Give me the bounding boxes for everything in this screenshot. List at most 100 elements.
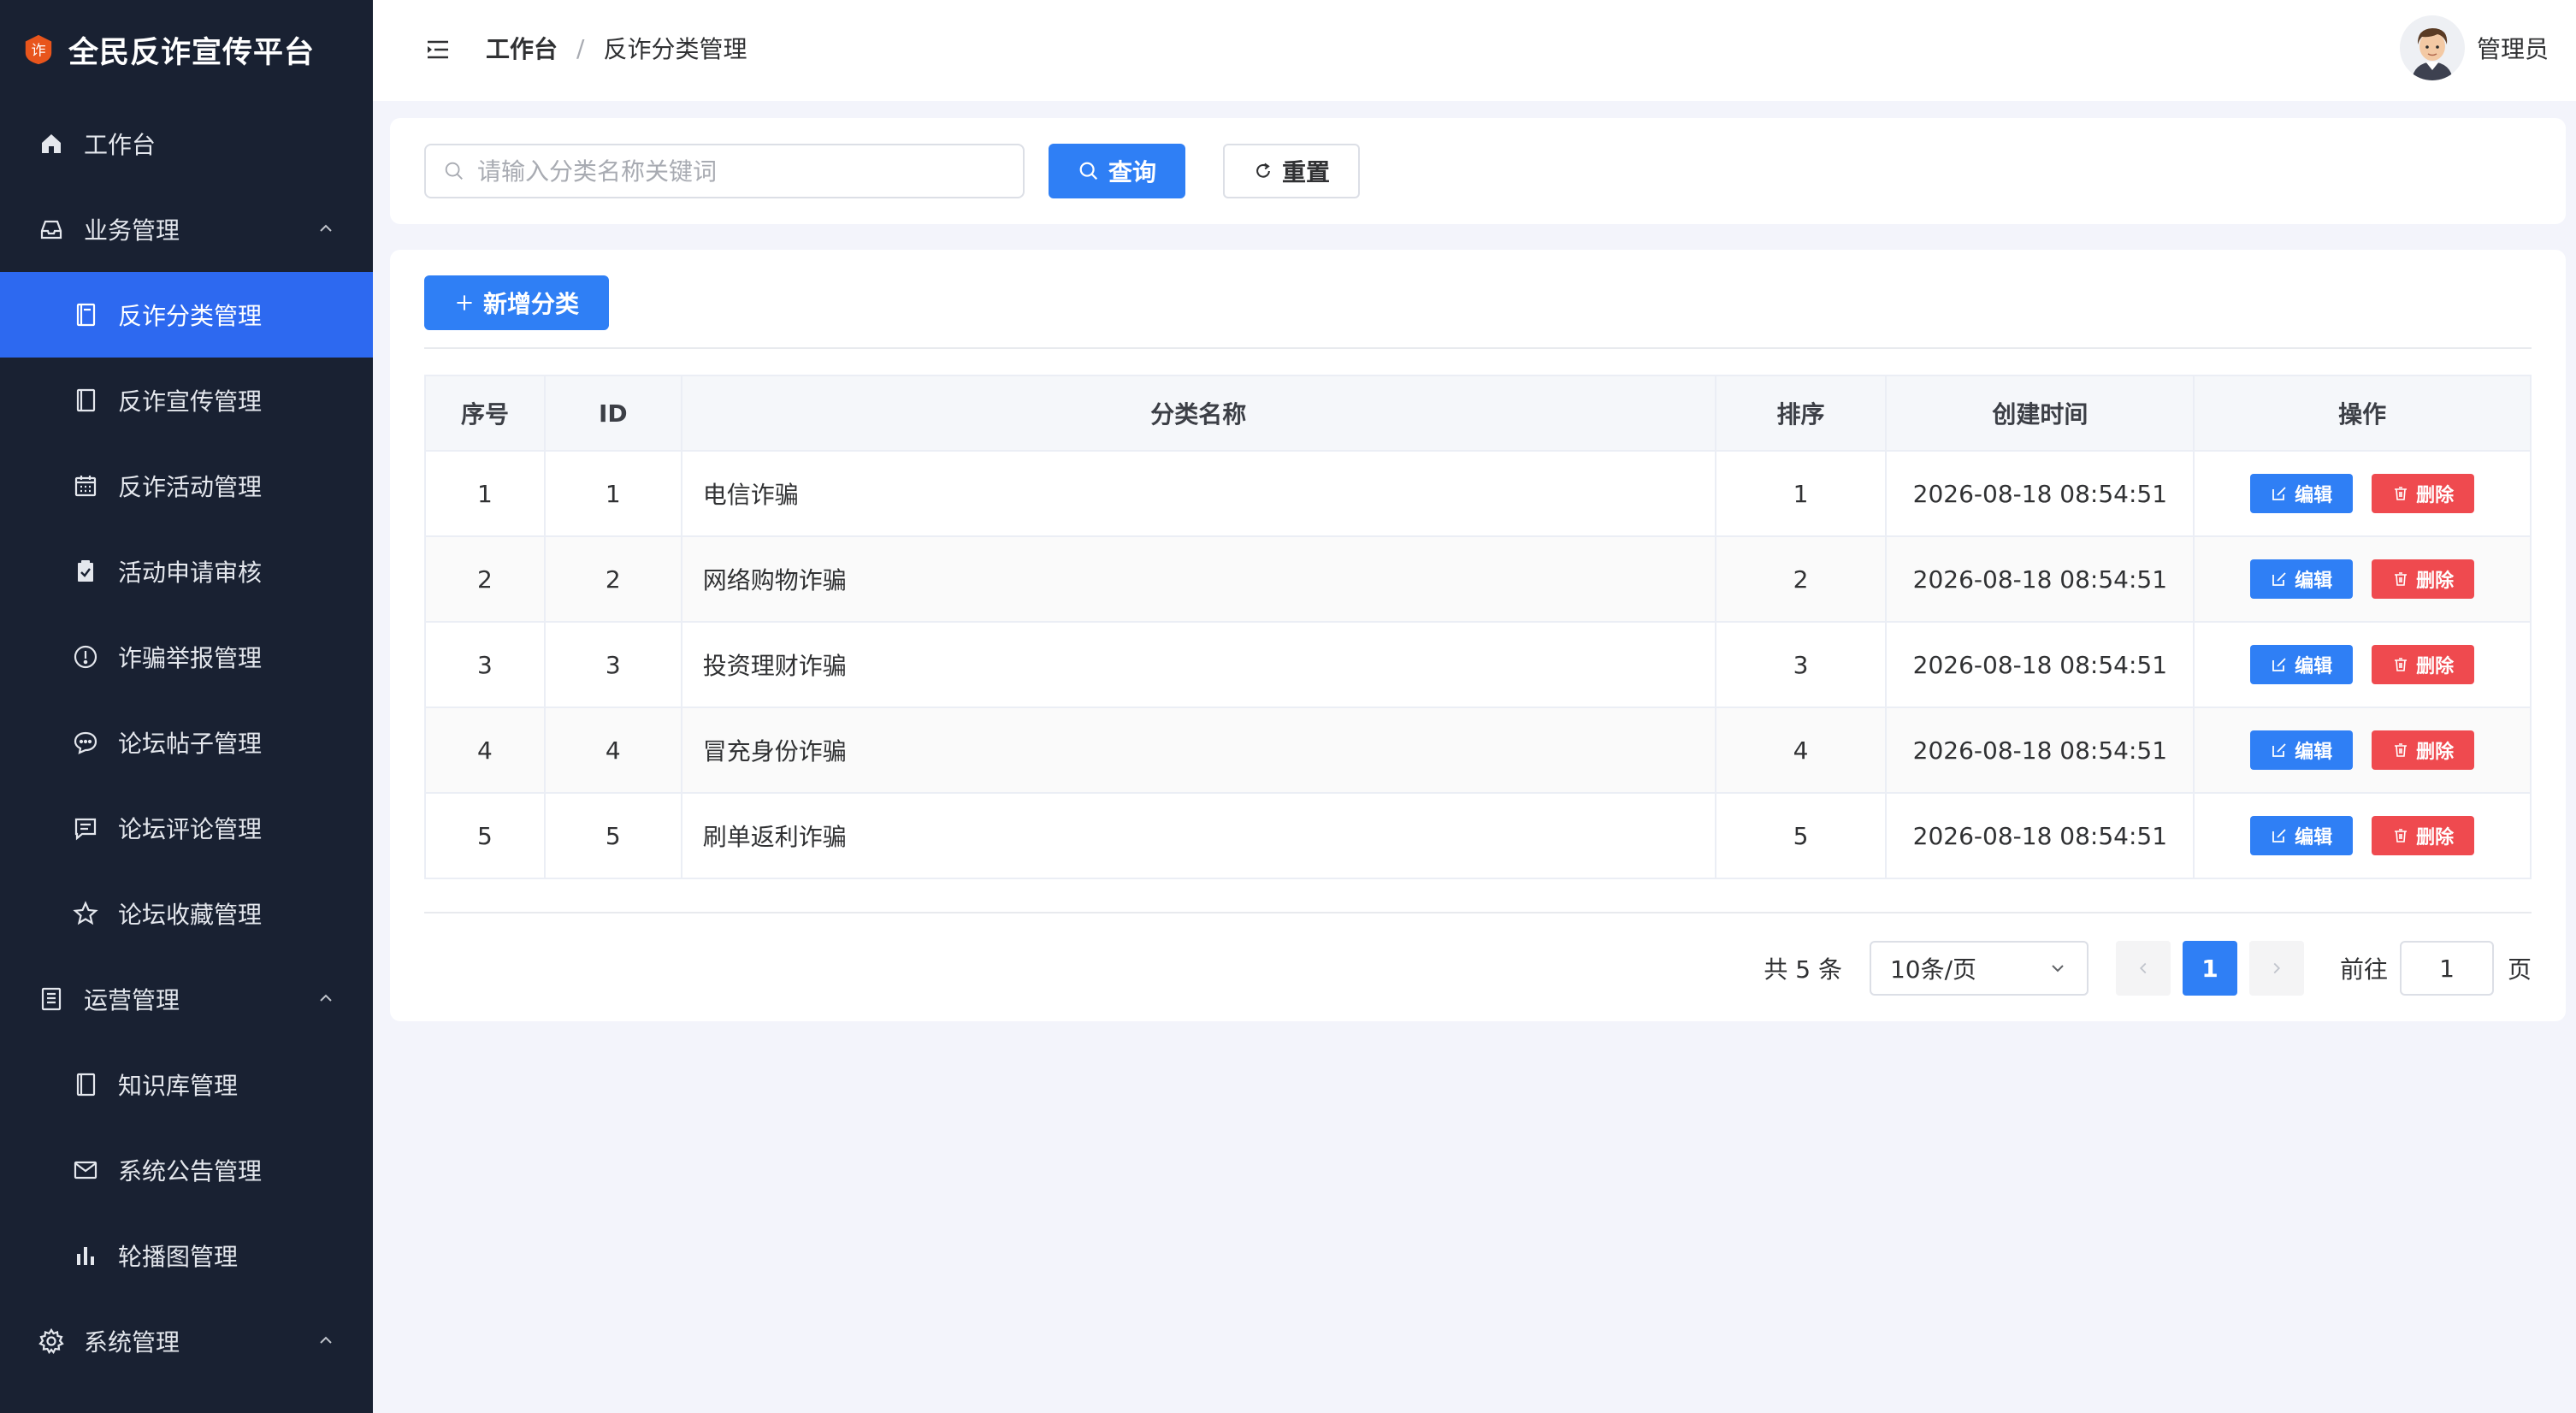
cell-sort: 3: [1715, 622, 1888, 708]
search-icon: [445, 162, 463, 180]
divider: [424, 347, 2532, 349]
goto-label: 前往: [2339, 955, 2388, 984]
warning-icon: [70, 641, 101, 672]
cell-id: 5: [544, 793, 682, 879]
chevron-up-icon: [320, 224, 332, 232]
breadcrumb-separator: /: [576, 33, 585, 62]
edit-label: 编辑: [2295, 485, 2333, 506]
chevron-right-icon: [2273, 962, 2281, 974]
sidebar-item-label: 论坛帖子管理: [118, 730, 263, 758]
sidebar-item-carousel[interactable]: 轮播图管理: [0, 1213, 373, 1298]
search-input[interactable]: [424, 144, 1025, 198]
cell-name: 网络购物诈骗: [681, 536, 1716, 623]
chevron-up-icon: [320, 1336, 332, 1344]
edit-icon: [2272, 487, 2286, 500]
edit-icon: [2272, 572, 2286, 586]
edit-button[interactable]: 编辑: [2250, 559, 2354, 599]
user-menu[interactable]: 管理员: [2399, 15, 2549, 80]
reset-button-label: 重置: [1281, 158, 1330, 186]
column-header-id: ID: [544, 375, 682, 452]
table-row: 2 2 网络购物诈骗 2 2026-08-18 08:54:51 编辑 删除: [425, 536, 2532, 623]
breadcrumb-item-dashboard[interactable]: 工作台: [486, 31, 558, 65]
sidebar-item-operations[interactable]: 运营管理: [0, 956, 373, 1042]
histogram-icon: [70, 1240, 101, 1271]
cell-id: 1: [544, 451, 682, 537]
delete-button[interactable]: 删除: [2372, 645, 2475, 684]
sidebar-item-dashboard[interactable]: 工作台: [0, 101, 373, 186]
total-count: 共 5 条: [1764, 955, 1842, 984]
sidebar-item-activity-review[interactable]: 活动申请审核: [0, 529, 373, 614]
message-icon: [70, 1155, 101, 1185]
table-row: 4 4 冒充身份诈骗 4 2026-08-18 08:54:51 编辑 删除: [425, 707, 2532, 794]
edit-button[interactable]: 编辑: [2250, 474, 2354, 513]
user-name[interactable]: 管理员: [2477, 31, 2549, 65]
delete-button[interactable]: 删除: [2372, 559, 2475, 599]
brand: 诈 全民反诈宣传平台: [0, 0, 373, 99]
sidebar-item-fraud-report[interactable]: 诈骗举报管理: [0, 614, 373, 700]
chevron-down-icon: [2052, 965, 2064, 973]
cell-id: 4: [544, 707, 682, 794]
cell-name: 投资理财诈骗: [681, 622, 1716, 708]
column-header-index: 序号: [425, 375, 546, 452]
sidebar-item-fraud-promotion[interactable]: 反诈宣传管理: [0, 358, 373, 443]
cell-actions: 编辑 删除: [2194, 536, 2532, 623]
edit-button[interactable]: 编辑: [2250, 816, 2354, 855]
delete-label: 删除: [2416, 571, 2455, 592]
inbox-icon: [36, 214, 67, 245]
page-suffix: 页: [2507, 955, 2532, 984]
sidebar-item-announcements[interactable]: 系统公告管理: [0, 1127, 373, 1213]
search-button-label: 查询: [1108, 158, 1156, 186]
edit-icon: [2272, 658, 2286, 671]
edit-button[interactable]: 编辑: [2250, 730, 2354, 770]
cell-index: 1: [425, 451, 546, 537]
avatar[interactable]: [2399, 15, 2465, 80]
column-header-sort: 排序: [1715, 375, 1888, 452]
cell-actions: 编辑 删除: [2194, 451, 2532, 537]
sidebar-item-forum-comments[interactable]: 论坛评论管理: [0, 785, 373, 871]
delete-button[interactable]: 删除: [2372, 474, 2475, 513]
sidebar-item-fraud-category[interactable]: 反诈分类管理: [0, 272, 373, 358]
delete-label: 删除: [2416, 742, 2455, 763]
delete-icon: [2395, 658, 2408, 671]
sidebar-item-system[interactable]: 系统管理: [0, 1298, 373, 1384]
search-button[interactable]: 查询: [1049, 144, 1185, 198]
sidebar-item-label: 知识库管理: [118, 1072, 239, 1100]
cell-index: 2: [425, 536, 546, 623]
search-input-field[interactable]: [477, 157, 1007, 186]
delete-icon: [2395, 743, 2408, 757]
delete-label: 删除: [2416, 827, 2455, 848]
breadcrumb-item-current: 反诈分类管理: [603, 35, 747, 63]
sidebar-item-forum-favorites[interactable]: 论坛收藏管理: [0, 871, 373, 956]
breadcrumb: 工作台 / 反诈分类管理: [486, 31, 747, 65]
delete-icon: [2395, 572, 2408, 586]
sidebar-item-fraud-activity[interactable]: 反诈活动管理: [0, 443, 373, 529]
notebook-icon: [70, 385, 101, 416]
sidebar-item-business[interactable]: 业务管理: [0, 186, 373, 272]
column-header-created: 创建时间: [1886, 375, 2195, 452]
sidebar-item-label: 反诈分类管理: [118, 302, 263, 330]
search-icon: [1079, 162, 1098, 180]
page-size-select[interactable]: 10条/页: [1869, 941, 2089, 996]
page-number-current[interactable]: 1: [2182, 941, 2237, 996]
svg-text:诈: 诈: [31, 43, 45, 60]
delete-button[interactable]: 删除: [2372, 816, 2475, 855]
fold-menu-icon[interactable]: [424, 36, 452, 63]
chevron-up-icon: [320, 994, 332, 1002]
sidebar-item-label: 反诈宣传管理: [118, 387, 263, 416]
top-header: 工作台 / 反诈分类管理 管理员: [373, 0, 2576, 101]
sidebar-item-knowledge-base[interactable]: 知识库管理: [0, 1042, 373, 1127]
cell-index: 4: [425, 707, 546, 794]
table-row: 1 1 电信诈骗 1 2026-08-18 08:54:51 编辑 删除: [425, 451, 2532, 537]
table-row: 3 3 投资理财诈骗 3 2026-08-18 08:54:51 编辑 删除: [425, 622, 2532, 708]
prev-page-button[interactable]: [2115, 941, 2171, 996]
next-page-button[interactable]: [2248, 941, 2304, 996]
table-panel: 新增分类 序号 ID 分类名称 排序 创建时间 操作 1 1 电信诈骗 1 20…: [390, 250, 2566, 1021]
chevron-left-icon: [2139, 962, 2147, 974]
edit-button[interactable]: 编辑: [2250, 645, 2354, 684]
add-category-button[interactable]: 新增分类: [424, 275, 609, 330]
sidebar-item-forum-posts[interactable]: 论坛帖子管理: [0, 700, 373, 785]
delete-button[interactable]: 删除: [2372, 730, 2475, 770]
goto-page-input[interactable]: 1: [2399, 941, 2494, 996]
category-table: 序号 ID 分类名称 排序 创建时间 操作 1 1 电信诈骗 1 2026-08…: [424, 375, 2532, 879]
reset-button[interactable]: 重置: [1223, 144, 1360, 198]
